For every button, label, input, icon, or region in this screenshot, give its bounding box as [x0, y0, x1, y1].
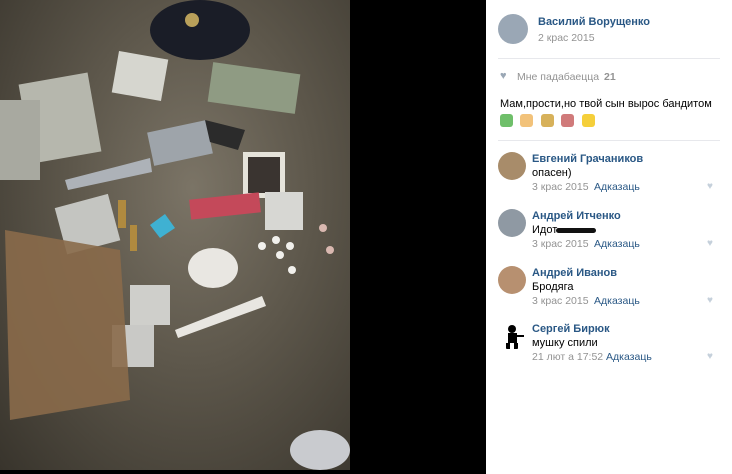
comment-text: опасен): [532, 167, 572, 179]
comment-text: мушку спили: [532, 337, 598, 349]
likes-count[interactable]: 21: [604, 71, 616, 83]
post-date[interactable]: 2 крас 2015: [538, 32, 595, 44]
comment-author[interactable]: Сергей Бирюк: [532, 323, 610, 335]
caption-emoji-row: [500, 112, 598, 130]
author-avatar[interactable]: [498, 14, 528, 44]
reply-link[interactable]: Адказаць: [594, 238, 640, 250]
commenter-avatar[interactable]: [498, 266, 526, 294]
comment-author[interactable]: Андрей Иванов: [532, 267, 617, 279]
commenter-avatar[interactable]: [498, 322, 526, 350]
likes-label[interactable]: Мне падабаецца: [517, 71, 599, 83]
photo-illustration: [0, 0, 350, 470]
comment-date[interactable]: 3 крас 2015: [532, 295, 589, 307]
comment-author[interactable]: Евгений Грачаников: [532, 153, 643, 165]
commenter-avatar[interactable]: [498, 152, 526, 180]
scribble-redaction: [556, 228, 596, 233]
sunglasses-emoji: [581, 114, 595, 128]
gun-emoji: [500, 114, 513, 128]
author-name[interactable]: Василий Ворущенко: [538, 16, 650, 28]
commenter-avatar[interactable]: [498, 209, 526, 237]
comment-text: Бродяга: [532, 281, 574, 293]
comment-date[interactable]: 3 крас 2015: [532, 181, 589, 193]
divider: [498, 58, 720, 59]
photo-viewer: [0, 0, 486, 474]
comment-text: Идот: [532, 224, 558, 236]
heart-icon[interactable]: ♥: [500, 70, 507, 82]
comment-author[interactable]: Андрей Итченко: [532, 210, 621, 222]
comment-date[interactable]: 3 крас 2015: [532, 238, 589, 250]
fist-emoji: [520, 114, 534, 128]
post-photo[interactable]: [0, 0, 350, 470]
divider: [498, 140, 720, 141]
post-side-panel: Василий Ворущенко 2 крас 2015 ♥ Мне пада…: [486, 0, 732, 474]
money-bag-emoji: [540, 114, 554, 128]
comment-date[interactable]: 21 лют а 17:52: [532, 351, 603, 363]
syringe-emoji: [561, 114, 575, 128]
silhouette-icon: [506, 325, 524, 349]
comment-like-heart-icon[interactable]: ♥: [707, 295, 713, 306]
comment-like-heart-icon[interactable]: ♥: [707, 351, 713, 362]
reply-link[interactable]: Адказаць: [594, 181, 640, 193]
reply-link[interactable]: Адказаць: [606, 351, 652, 363]
comment-like-heart-icon[interactable]: ♥: [707, 238, 713, 249]
reply-link[interactable]: Адказаць: [594, 295, 640, 307]
post-caption: Мам,прости,но твой сын вырос бандитом: [500, 98, 712, 110]
comment-like-heart-icon[interactable]: ♥: [707, 181, 713, 192]
